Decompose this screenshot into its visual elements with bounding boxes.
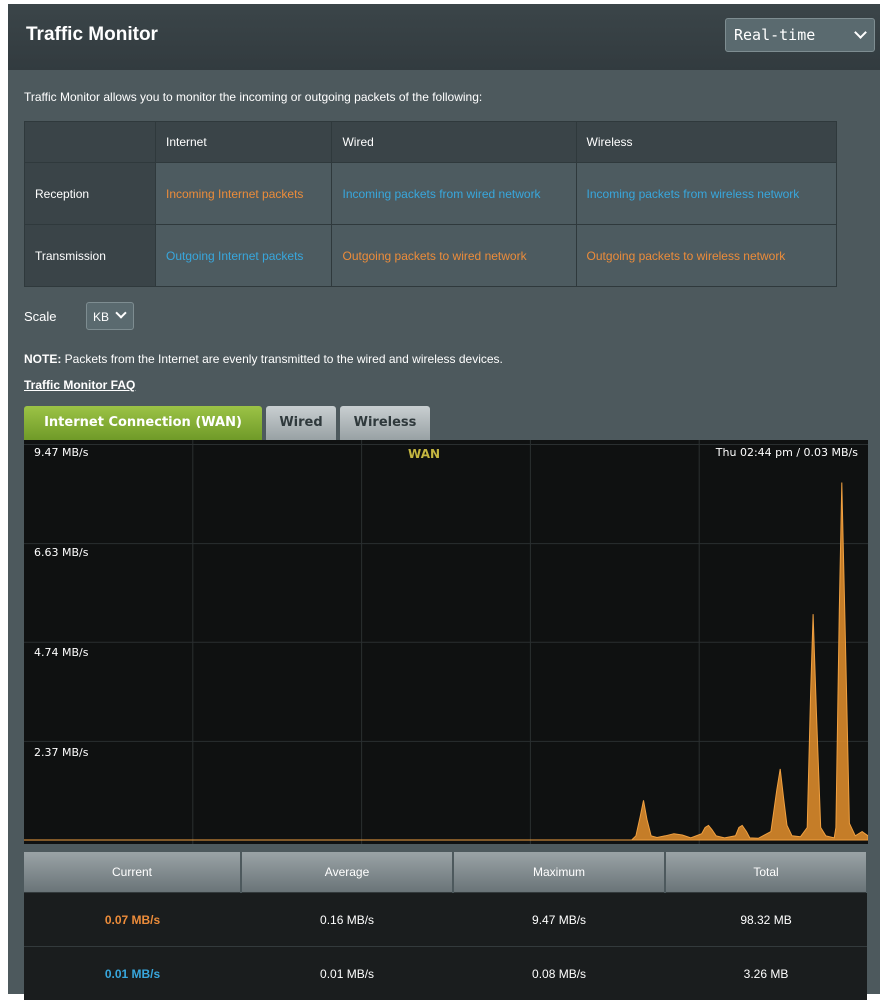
stats-maximum-value: 9.47 MB/s <box>453 893 665 947</box>
stats-table: Current Average Maximum Total 0.07 MB/s … <box>24 852 868 1000</box>
row-header-transmission: Transmission <box>25 225 156 287</box>
scale-label: Scale <box>24 309 57 324</box>
stats-header-current: Current <box>24 852 241 893</box>
reception-internet-cell: Incoming Internet packets <box>156 163 332 225</box>
y-tick-label: 2.37 MB/s <box>34 746 88 759</box>
transmission-row: Transmission Outgoing Internet packets O… <box>25 225 837 287</box>
packet-info-header-row: Internet Wired Wireless <box>25 122 837 163</box>
faq-link[interactable]: Traffic Monitor FAQ <box>24 378 135 392</box>
traffic-series-area <box>24 483 868 841</box>
stats-row-reception: 0.07 MB/s 0.16 MB/s 9.47 MB/s 98.32 MB <box>24 893 867 947</box>
y-tick-label: 6.63 MB/s <box>34 546 88 559</box>
transmission-internet-cell: Outgoing Internet packets <box>156 225 332 287</box>
traffic-monitor-panel: Traffic Monitor Real-time Traffic Monito… <box>8 4 880 994</box>
stats-row-transmission: 0.01 MB/s 0.01 MB/s 0.08 MB/s 3.26 MB <box>24 947 867 1000</box>
transmission-wired-cell: Outgoing packets to wired network <box>332 225 576 287</box>
reception-wired-cell: Incoming packets from wired network <box>332 163 576 225</box>
reception-wireless-cell: Incoming packets from wireless network <box>576 163 836 225</box>
chevron-down-icon <box>115 307 126 318</box>
tab-wireless[interactable]: Wireless <box>340 406 430 440</box>
tab-wired[interactable]: Wired <box>266 406 336 440</box>
header-bar: Traffic Monitor Real-time <box>8 4 880 70</box>
reception-row: Reception Incoming Internet packets Inco… <box>25 163 837 225</box>
column-header-wireless: Wireless <box>576 122 836 163</box>
scale-dropdown-value: KB <box>93 310 109 324</box>
note-prefix: NOTE: <box>24 352 61 366</box>
stats-header-row: Current Average Maximum Total <box>24 852 867 893</box>
stats-total-value: 3.26 MB <box>665 947 867 1000</box>
stats-current-value: 0.07 MB/s <box>24 893 241 947</box>
y-tick-label: 4.74 MB/s <box>34 646 88 659</box>
stats-header-average: Average <box>241 852 453 893</box>
transmission-wireless-cell: Outgoing packets to wireless network <box>576 225 836 287</box>
stats-maximum-value: 0.08 MB/s <box>453 947 665 1000</box>
stats-header-maximum: Maximum <box>453 852 665 893</box>
mode-dropdown[interactable]: Real-time <box>725 18 875 52</box>
chevron-down-icon <box>854 26 867 39</box>
stats-header-total: Total <box>665 852 867 893</box>
tab-internet-connection-wan[interactable]: Internet Connection (WAN) <box>24 406 262 440</box>
note-text: NOTE: Packets from the Internet are even… <box>24 352 503 366</box>
chart-readout: Thu 02:44 pm / 0.03 MB/s <box>716 446 858 459</box>
corner-cell <box>25 122 156 163</box>
stats-average-value: 0.16 MB/s <box>241 893 453 947</box>
note-body: Packets from the Internet are evenly tra… <box>61 352 503 366</box>
column-header-internet: Internet <box>156 122 332 163</box>
page-title: Traffic Monitor <box>26 24 158 46</box>
mode-dropdown-value: Real-time <box>734 26 815 44</box>
traffic-chart: 9.47 MB/s 6.63 MB/s 4.74 MB/s 2.37 MB/s … <box>24 440 868 844</box>
description-text: Traffic Monitor allows you to monitor th… <box>24 90 482 104</box>
column-header-wired: Wired <box>332 122 576 163</box>
stats-average-value: 0.01 MB/s <box>241 947 453 1000</box>
stats-current-value: 0.01 MB/s <box>24 947 241 1000</box>
row-header-reception: Reception <box>25 163 156 225</box>
y-tick-label: 9.47 MB/s <box>34 446 88 459</box>
traffic-chart-svg <box>24 440 868 844</box>
chart-title: WAN <box>408 447 440 461</box>
stats-total-value: 98.32 MB <box>665 893 867 947</box>
scale-dropdown[interactable]: KB <box>86 302 134 330</box>
packet-info-table: Internet Wired Wireless Reception Incomi… <box>24 121 837 287</box>
